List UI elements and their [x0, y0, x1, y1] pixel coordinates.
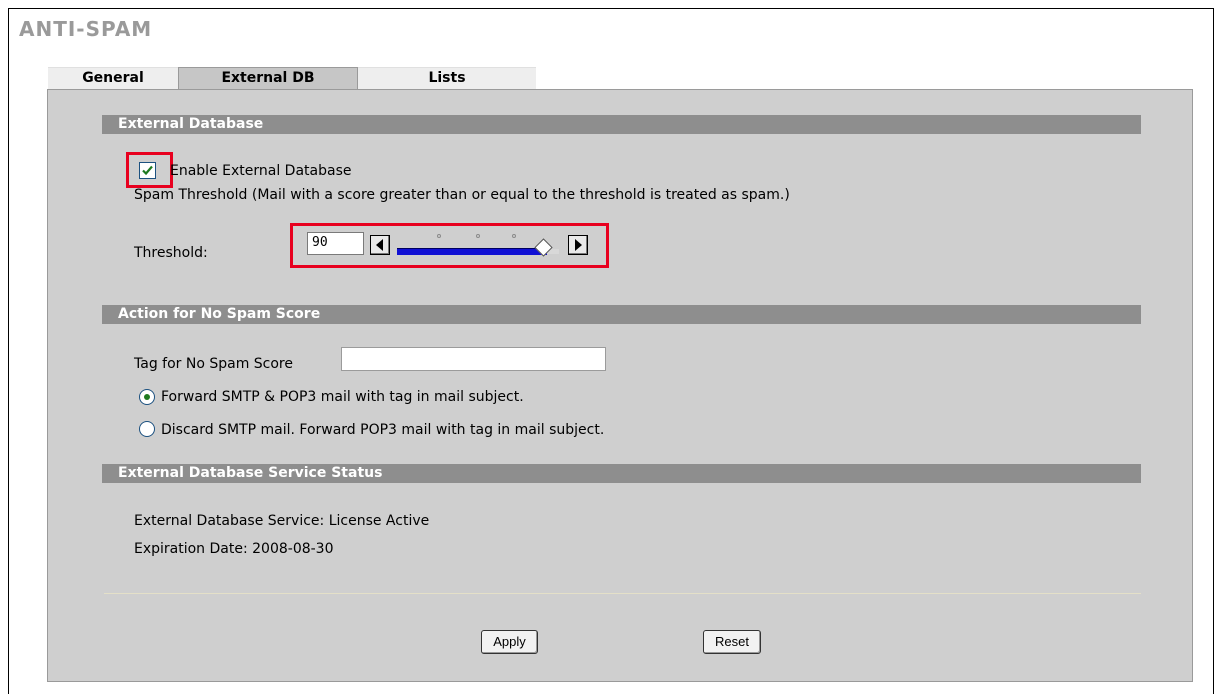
divider	[104, 593, 1141, 594]
tab-lists[interactable]: Lists	[358, 67, 536, 89]
section-service-status: External Database Service Status	[102, 464, 1141, 483]
forward-smtp-pop3-radio[interactable]	[139, 389, 155, 405]
enable-external-database-label: Enable External Database	[170, 163, 352, 179]
threshold-description: Spam Threshold (Mail with a score greate…	[134, 187, 790, 203]
tag-no-spam-score-input[interactable]	[341, 347, 606, 371]
reset-button[interactable]: Reset	[703, 630, 761, 654]
forward-smtp-pop3-label: Forward SMTP & POP3 mail with tag in mai…	[161, 389, 524, 405]
section-external-database: External Database	[102, 115, 1141, 134]
tab-external-db[interactable]: External DB	[178, 67, 358, 89]
expiration-date-text: Expiration Date: 2008-08-30	[134, 541, 334, 557]
checkbox-highlight	[126, 152, 173, 188]
threshold-highlight	[290, 223, 609, 268]
apply-button[interactable]: Apply	[481, 630, 538, 654]
service-status-text: External Database Service: License Activ…	[134, 513, 430, 529]
tag-no-spam-score-label: Tag for No Spam Score	[134, 356, 293, 372]
threshold-label: Threshold:	[134, 245, 208, 261]
tab-bar: General External DB Lists	[48, 67, 536, 89]
radio-selected-dot	[144, 394, 150, 400]
section-action-no-spam-score: Action for No Spam Score	[102, 305, 1141, 324]
discard-smtp-radio[interactable]	[139, 421, 155, 437]
tab-general[interactable]: General	[48, 67, 178, 89]
discard-smtp-label: Discard SMTP mail. Forward POP3 mail wit…	[161, 422, 605, 438]
page-title: ANTI-SPAM	[19, 17, 153, 41]
